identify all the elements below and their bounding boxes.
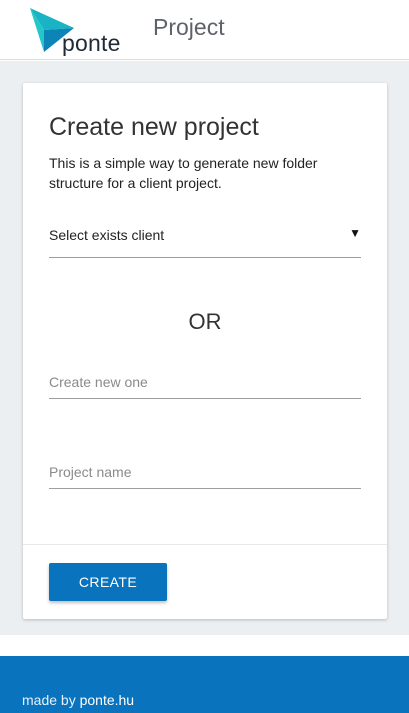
card-description: This is a simple way to generate new fol… [49,155,318,191]
footer-link[interactable]: ponte.hu [80,692,135,708]
project-name-input[interactable] [49,455,361,488]
footer-text: made by ponte.hu [22,692,134,708]
new-client-field [49,365,361,399]
page-title: Project [153,14,225,40]
client-select[interactable]: Select exists client ▼ [49,221,361,258]
create-button[interactable]: CREATE [49,563,167,601]
client-select-label: Select exists client [49,227,165,243]
footer: made by ponte.hu [0,656,409,713]
ponte-logo[interactable]: ponte [30,8,130,56]
create-project-card: Create new project This is a simple way … [23,83,387,619]
or-separator: OR [188,309,222,334]
new-client-input[interactable] [49,365,361,398]
footer-prefix: made by [22,692,80,708]
caret-down-icon: ▼ [349,226,361,240]
logo-text: ponte [62,30,121,56]
project-name-field [49,455,361,489]
card-title: Create new project [49,113,259,141]
card-divider [23,544,387,545]
app-header: ponte Project [0,0,409,60]
